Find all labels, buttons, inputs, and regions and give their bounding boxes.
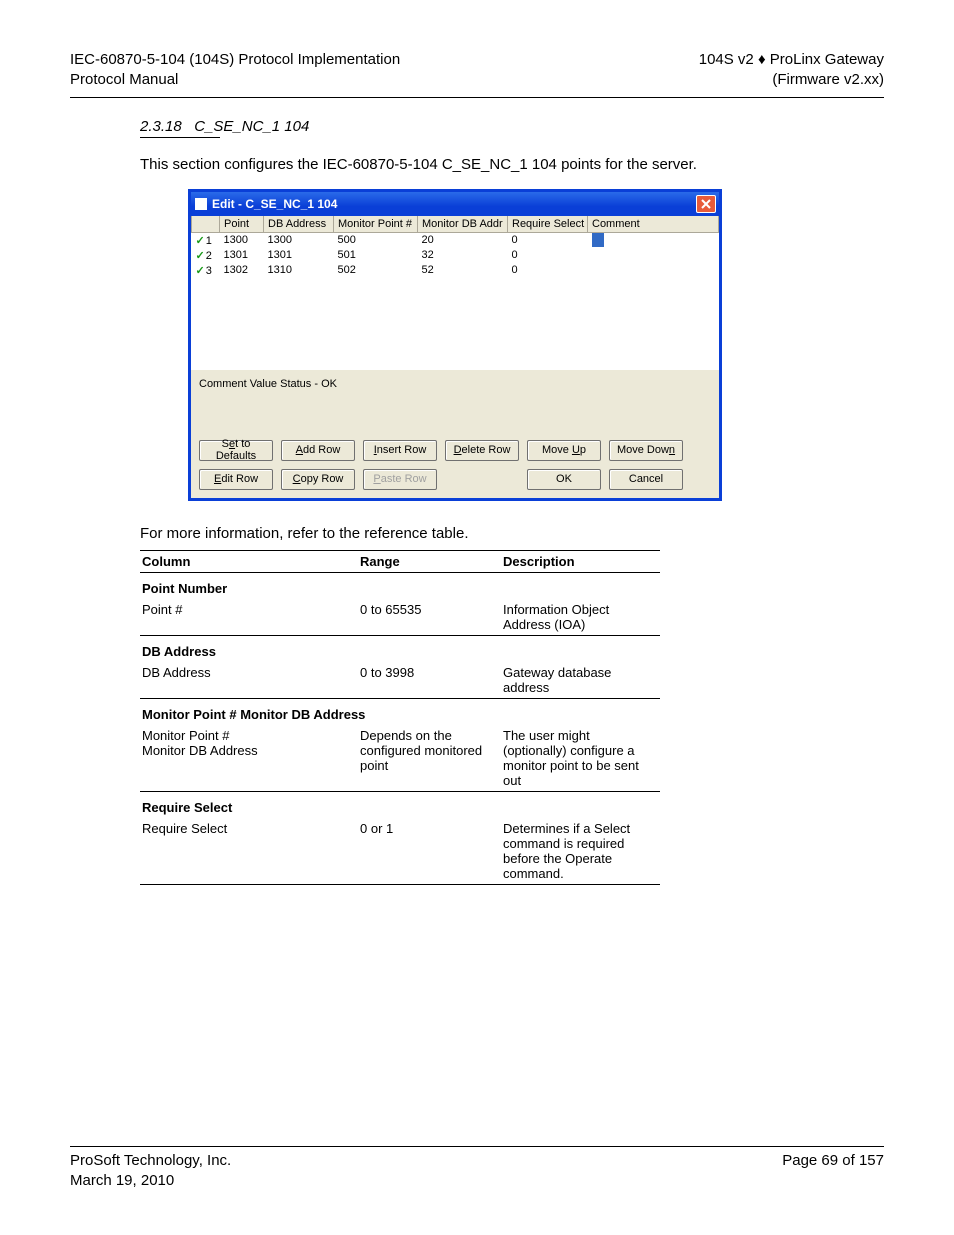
cell-comment[interactable]: [588, 263, 719, 278]
header-right-1: 104S v2 ♦ ProLinx Gateway: [699, 50, 884, 70]
insert-row-button[interactable]: Insert Row: [363, 440, 437, 461]
dialog-title: Edit - C_SE_NC_1 104: [212, 197, 696, 211]
status-text: Comment Value Status - OK: [191, 370, 719, 436]
data-grid[interactable]: Point DB Address Monitor Point # Monitor…: [191, 216, 719, 370]
section-intro: This section configures the IEC-60870-5-…: [140, 154, 864, 175]
col-header-monitor-db[interactable]: Monitor DB Addr: [418, 216, 508, 233]
ref-section-title: Require Select: [140, 791, 660, 818]
delete-row-button[interactable]: Delete Row: [445, 440, 519, 461]
section-heading: 2.3.18 C_SE_NC_1 104: [140, 118, 864, 135]
header-right-2: (Firmware v2.xx): [699, 70, 884, 90]
cell-req[interactable]: 0: [508, 263, 588, 278]
cell-point[interactable]: 1300: [220, 232, 264, 248]
cell-mpt[interactable]: 501: [334, 248, 418, 263]
edit-row-button[interactable]: Edit Row: [199, 469, 273, 490]
col-header-db[interactable]: DB Address: [264, 216, 334, 233]
ref-header-range: Range: [358, 550, 501, 572]
header-left-1: IEC-60870-5-104 (104S) Protocol Implemen…: [70, 50, 400, 70]
ok-button[interactable]: OK: [527, 469, 601, 490]
grid-empty-area: [191, 278, 719, 370]
footer-company: ProSoft Technology, Inc.: [70, 1151, 231, 1171]
doc-header: IEC-60870-5-104 (104S) Protocol Implemen…: [70, 50, 884, 98]
section-title: C_SE_NC_1 104: [194, 118, 309, 135]
dialog-titlebar[interactable]: Edit - C_SE_NC_1 104: [191, 192, 719, 216]
ref-row: Require Select 0 or 1 Determines if a Se…: [140, 818, 660, 885]
ref-header-description: Description: [501, 550, 660, 572]
table-row[interactable]: ✓3 1302 1310 502 52 0: [192, 263, 719, 278]
ref-row: Monitor Point # Monitor DB Address Depen…: [140, 725, 660, 792]
cell-point[interactable]: 1301: [220, 248, 264, 263]
cell-mdb[interactable]: 20: [418, 232, 508, 248]
section-rule: [140, 137, 220, 138]
col-header-point[interactable]: Point: [220, 216, 264, 233]
cancel-button[interactable]: Cancel: [609, 469, 683, 490]
col-header-require-select[interactable]: Require Select: [508, 216, 588, 233]
cell-db[interactable]: 1301: [264, 248, 334, 263]
cell-point[interactable]: 1302: [220, 263, 264, 278]
set-defaults-button[interactable]: Set to Defaults: [199, 440, 273, 461]
reference-intro: For more information, refer to the refer…: [140, 525, 864, 542]
cell-mdb[interactable]: 52: [418, 263, 508, 278]
checkmark-icon: ✓: [196, 265, 205, 277]
col-header-blank[interactable]: [192, 216, 220, 233]
cell-db[interactable]: 1300: [264, 232, 334, 248]
cell-mpt[interactable]: 502: [334, 263, 418, 278]
ref-header-row: Column Range Description: [140, 550, 660, 572]
selection-highlight: [592, 233, 604, 247]
doc-footer: ProSoft Technology, Inc. March 19, 2010 …: [70, 1146, 884, 1192]
cell-req[interactable]: 0: [508, 232, 588, 248]
close-button[interactable]: [696, 195, 716, 213]
ref-section-title: DB Address: [140, 635, 660, 662]
checkmark-icon: ✓: [196, 250, 205, 262]
section-number: 2.3.18: [140, 118, 182, 135]
checkmark-icon: ✓: [196, 235, 205, 247]
header-left-2: Protocol Manual: [70, 70, 400, 90]
col-header-comment[interactable]: Comment: [588, 216, 719, 233]
footer-date: March 19, 2010: [70, 1171, 231, 1191]
app-icon: [195, 198, 207, 210]
cell-mdb[interactable]: 32: [418, 248, 508, 263]
cell-comment[interactable]: [588, 232, 719, 248]
paste-row-button[interactable]: Paste Row: [363, 469, 437, 490]
col-header-monitor-pt[interactable]: Monitor Point #: [334, 216, 418, 233]
cell-req[interactable]: 0: [508, 248, 588, 263]
edit-dialog: Edit - C_SE_NC_1 104: [188, 189, 722, 501]
grid-header-row: Point DB Address Monitor Point # Monitor…: [192, 216, 719, 233]
cell-db[interactable]: 1310: [264, 263, 334, 278]
footer-page: Page 69 of 157: [782, 1151, 884, 1192]
table-row[interactable]: ✓1 1300 1300 500 20 0: [192, 232, 719, 248]
ref-row: DB Address 0 to 3998 Gateway database ad…: [140, 662, 660, 699]
copy-row-button[interactable]: Copy Row: [281, 469, 355, 490]
ref-row: Point # 0 to 65535 Information Object Ad…: [140, 599, 660, 636]
move-up-button[interactable]: Move Up: [527, 440, 601, 461]
ref-section-title: Point Number: [140, 572, 660, 599]
cell-comment[interactable]: [588, 248, 719, 263]
move-down-button[interactable]: Move Down: [609, 440, 683, 461]
close-icon: [701, 199, 711, 209]
ref-header-column: Column: [140, 550, 358, 572]
ref-section-title: Monitor Point # Monitor DB Address: [140, 698, 660, 725]
table-row[interactable]: ✓2 1301 1301 501 32 0: [192, 248, 719, 263]
reference-table: Column Range Description Point Number Po…: [140, 550, 660, 885]
cell-mpt[interactable]: 500: [334, 232, 418, 248]
add-row-button[interactable]: Add Row: [281, 440, 355, 461]
